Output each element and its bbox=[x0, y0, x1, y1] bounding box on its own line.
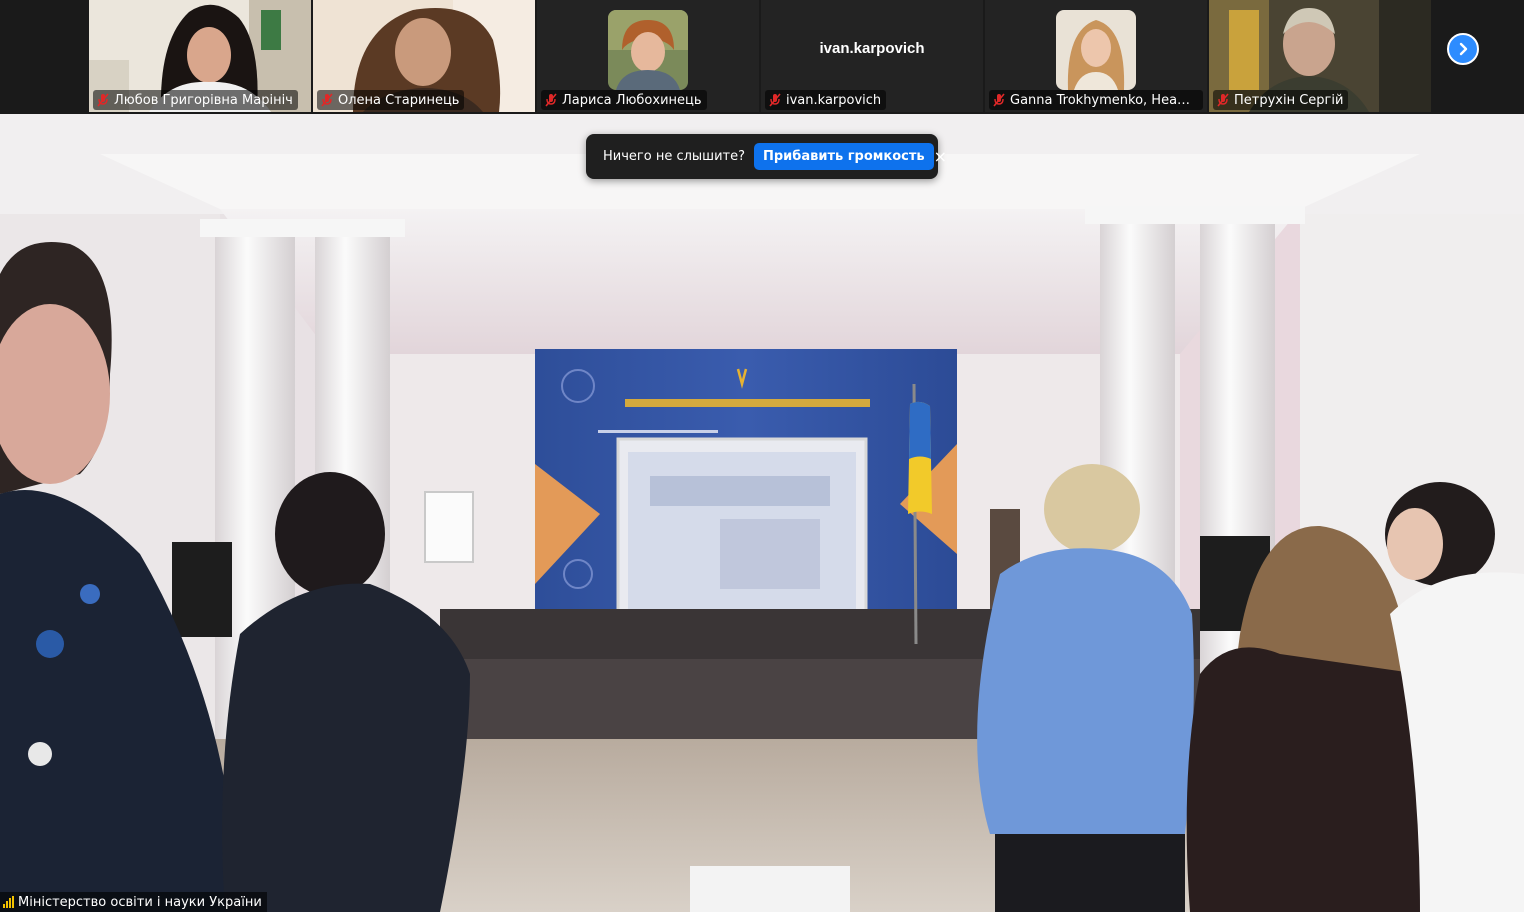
participant-avatar bbox=[608, 10, 688, 90]
filmstrip-next-button[interactable] bbox=[1447, 33, 1479, 65]
participant-tile[interactable]: Ganna Trokhymenko, Head of th... bbox=[985, 0, 1207, 112]
participant-tile[interactable]: Петрухін Сергій bbox=[1209, 0, 1431, 112]
participant-name: Петрухін Сергій bbox=[1234, 92, 1344, 108]
participant-name: Олена Старинець bbox=[338, 92, 460, 108]
participant-nameplate: Лариса Любохинець bbox=[541, 90, 707, 110]
participant-tile[interactable]: Лариса Любохинець bbox=[537, 0, 759, 112]
mic-muted-icon bbox=[1217, 93, 1229, 107]
active-speaker-label: Міністерство освіти і науки України bbox=[0, 892, 267, 912]
participant-tile[interactable]: ivan.karpovich ivan.karpovich bbox=[761, 0, 983, 112]
mic-muted-icon bbox=[97, 93, 109, 107]
participant-nameplate: Ganna Trokhymenko, Head of th... bbox=[989, 90, 1203, 110]
participant-nameplate: Любов Григорівна Марініч bbox=[93, 90, 298, 110]
participant-name: Ganna Trokhymenko, Head of th... bbox=[1010, 92, 1198, 108]
audio-prompt-text: Ничего не слышите? bbox=[603, 149, 745, 164]
participant-name: Любов Григорівна Марініч bbox=[114, 92, 293, 108]
signal-bars-icon bbox=[3, 896, 14, 908]
increase-volume-button[interactable]: Прибавить громкость bbox=[753, 143, 934, 170]
participant-filmstrip: Любов Григорівна Марініч Олена Старинець bbox=[0, 0, 1524, 114]
active-speaker-name: Міністерство освіти і науки України bbox=[18, 894, 262, 910]
mic-muted-icon bbox=[993, 93, 1005, 107]
participant-tile[interactable]: Олена Старинець bbox=[313, 0, 535, 112]
mic-muted-icon bbox=[769, 93, 781, 107]
mic-muted-icon bbox=[545, 93, 557, 107]
participant-nameplate: Олена Старинець bbox=[317, 90, 465, 110]
audio-prompt-banner: Ничего не слышите? Прибавить громкость × bbox=[586, 134, 947, 179]
participant-display-name: ivan.karpovich bbox=[819, 40, 925, 57]
participant-name: ivan.karpovich bbox=[786, 92, 882, 108]
participant-nameplate: ivan.karpovich bbox=[765, 90, 887, 110]
participant-nameplate: Петрухін Сергій bbox=[1213, 90, 1349, 110]
chevron-right-icon bbox=[1459, 42, 1468, 56]
close-icon[interactable]: × bbox=[934, 147, 947, 166]
main-video-frame bbox=[0, 114, 1524, 912]
mic-muted-icon bbox=[321, 93, 333, 107]
participant-avatar bbox=[1056, 10, 1136, 90]
main-video-view bbox=[0, 114, 1524, 912]
participant-name: Лариса Любохинець bbox=[562, 92, 702, 108]
participant-tile[interactable]: Любов Григорівна Марініч bbox=[89, 0, 311, 112]
